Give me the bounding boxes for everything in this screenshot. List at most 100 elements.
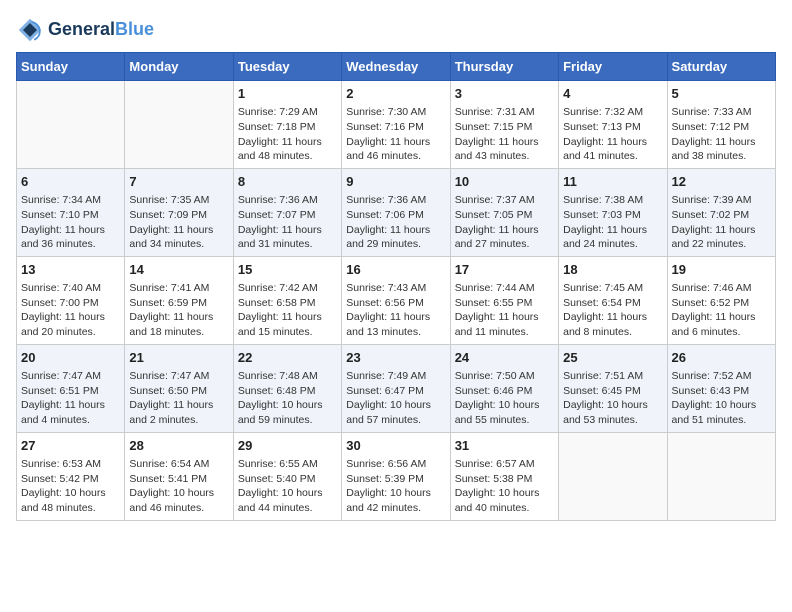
calendar-cell: 30Sunrise: 6:56 AMSunset: 5:39 PMDayligh… xyxy=(342,432,450,520)
day-info: Sunset: 7:09 PM xyxy=(129,208,228,223)
day-info: Sunrise: 7:41 AM xyxy=(129,281,228,296)
day-info: Sunset: 7:05 PM xyxy=(455,208,554,223)
day-number: 24 xyxy=(455,349,554,367)
day-info: Sunset: 7:18 PM xyxy=(238,120,337,135)
day-info: Sunrise: 7:40 AM xyxy=(21,281,120,296)
day-info: Sunset: 6:59 PM xyxy=(129,296,228,311)
day-info: Daylight: 11 hours and 43 minutes. xyxy=(455,135,554,164)
day-info: Sunrise: 6:57 AM xyxy=(455,457,554,472)
day-info: Sunrise: 7:32 AM xyxy=(563,105,662,120)
day-info: Sunrise: 7:33 AM xyxy=(672,105,771,120)
day-info: Daylight: 10 hours and 55 minutes. xyxy=(455,398,554,427)
day-info: Daylight: 10 hours and 53 minutes. xyxy=(563,398,662,427)
day-number: 11 xyxy=(563,173,662,191)
day-info: Sunset: 7:16 PM xyxy=(346,120,445,135)
day-info: Sunset: 6:48 PM xyxy=(238,384,337,399)
day-info: Daylight: 11 hours and 24 minutes. xyxy=(563,223,662,252)
calendar-cell: 9Sunrise: 7:36 AMSunset: 7:06 PMDaylight… xyxy=(342,168,450,256)
day-number: 9 xyxy=(346,173,445,191)
day-info: Sunset: 6:45 PM xyxy=(563,384,662,399)
day-info: Sunset: 6:47 PM xyxy=(346,384,445,399)
day-info: Daylight: 11 hours and 41 minutes. xyxy=(563,135,662,164)
logo-icon xyxy=(16,16,44,44)
header-tuesday: Tuesday xyxy=(233,53,341,81)
day-info: Sunrise: 7:30 AM xyxy=(346,105,445,120)
day-info: Daylight: 11 hours and 2 minutes. xyxy=(129,398,228,427)
day-info: Daylight: 11 hours and 11 minutes. xyxy=(455,310,554,339)
day-number: 14 xyxy=(129,261,228,279)
day-info: Sunrise: 7:46 AM xyxy=(672,281,771,296)
day-info: Sunset: 6:46 PM xyxy=(455,384,554,399)
day-info: Daylight: 11 hours and 31 minutes. xyxy=(238,223,337,252)
day-info: Daylight: 11 hours and 8 minutes. xyxy=(563,310,662,339)
day-info: Sunset: 5:39 PM xyxy=(346,472,445,487)
day-info: Sunset: 6:56 PM xyxy=(346,296,445,311)
calendar-cell: 12Sunrise: 7:39 AMSunset: 7:02 PMDayligh… xyxy=(667,168,775,256)
day-number: 18 xyxy=(563,261,662,279)
day-info: Daylight: 11 hours and 46 minutes. xyxy=(346,135,445,164)
calendar-cell: 2Sunrise: 7:30 AMSunset: 7:16 PMDaylight… xyxy=(342,81,450,169)
calendar-week-row: 6Sunrise: 7:34 AMSunset: 7:10 PMDaylight… xyxy=(17,168,776,256)
day-info: Daylight: 11 hours and 20 minutes. xyxy=(21,310,120,339)
calendar-cell: 23 Sunrise: 7:49 AMSunset: 6:47 PMDayligh… xyxy=(342,344,450,432)
day-info: Sunset: 6:51 PM xyxy=(21,384,120,399)
day-number: 21 xyxy=(129,349,228,367)
day-info: Daylight: 11 hours and 34 minutes. xyxy=(129,223,228,252)
day-info: Sunrise: 6:54 AM xyxy=(129,457,228,472)
day-info: Sunrise: 6:55 AM xyxy=(238,457,337,472)
day-info: Sunset: 5:40 PM xyxy=(238,472,337,487)
calendar-cell: 16Sunrise: 7:43 AMSunset: 6:56 PMDayligh… xyxy=(342,256,450,344)
calendar-cell xyxy=(559,432,667,520)
calendar-cell: 19Sunrise: 7:46 AMSunset: 6:52 PMDayligh… xyxy=(667,256,775,344)
calendar-cell: 29Sunrise: 6:55 AMSunset: 5:40 PMDayligh… xyxy=(233,432,341,520)
day-number: 23 xyxy=(346,349,445,367)
day-number: 19 xyxy=(672,261,771,279)
day-number: 31 xyxy=(455,437,554,455)
day-info: Sunrise: 7:29 AM xyxy=(238,105,337,120)
day-info: Daylight: 10 hours and 51 minutes. xyxy=(672,398,771,427)
day-info: Sunset: 7:07 PM xyxy=(238,208,337,223)
page-header: GeneralBlue xyxy=(16,16,776,44)
calendar-cell xyxy=(125,81,233,169)
day-info: Sunrise: 7:52 AM xyxy=(672,369,771,384)
day-info: Sunrise: 7:34 AM xyxy=(21,193,120,208)
day-info: Sunrise: 7:48 AM xyxy=(238,369,337,384)
day-number: 5 xyxy=(672,85,771,103)
calendar-table: SundayMondayTuesdayWednesdayThursdayFrid… xyxy=(16,52,776,521)
calendar-cell: 8Sunrise: 7:36 AMSunset: 7:07 PMDaylight… xyxy=(233,168,341,256)
calendar-cell: 10Sunrise: 7:37 AMSunset: 7:05 PMDayligh… xyxy=(450,168,558,256)
logo: GeneralBlue xyxy=(16,16,154,44)
day-info: Sunset: 6:50 PM xyxy=(129,384,228,399)
day-info: Sunrise: 7:45 AM xyxy=(563,281,662,296)
day-info: Sunset: 6:52 PM xyxy=(672,296,771,311)
day-info: Sunrise: 7:49 AM xyxy=(346,369,445,384)
day-info: Daylight: 11 hours and 22 minutes. xyxy=(672,223,771,252)
calendar-cell: 25Sunrise: 7:51 AMSunset: 6:45 PMDayligh… xyxy=(559,344,667,432)
day-info: Daylight: 11 hours and 27 minutes. xyxy=(455,223,554,252)
day-info: Daylight: 10 hours and 44 minutes. xyxy=(238,486,337,515)
day-number: 30 xyxy=(346,437,445,455)
calendar-cell: 28Sunrise: 6:54 AMSunset: 5:41 PMDayligh… xyxy=(125,432,233,520)
calendar-cell: 3Sunrise: 7:31 AMSunset: 7:15 PMDaylight… xyxy=(450,81,558,169)
day-info: Sunrise: 7:36 AM xyxy=(238,193,337,208)
calendar-cell: 14 Sunrise: 7:41 AMSunset: 6:59 PMDayligh… xyxy=(125,256,233,344)
day-info: Sunset: 6:58 PM xyxy=(238,296,337,311)
day-info: Sunrise: 7:51 AM xyxy=(563,369,662,384)
header-sunday: Sunday xyxy=(17,53,125,81)
day-info: Sunset: 7:06 PM xyxy=(346,208,445,223)
day-info: Sunrise: 7:47 AM xyxy=(129,369,228,384)
calendar-week-row: 27Sunrise: 6:53 AMSunset: 5:42 PMDayligh… xyxy=(17,432,776,520)
header-saturday: Saturday xyxy=(667,53,775,81)
day-info: Daylight: 11 hours and 18 minutes. xyxy=(129,310,228,339)
day-info: Daylight: 10 hours and 42 minutes. xyxy=(346,486,445,515)
day-info: Sunrise: 7:36 AM xyxy=(346,193,445,208)
day-number: 20 xyxy=(21,349,120,367)
calendar-cell: 18Sunrise: 7:45 AMSunset: 6:54 PMDayligh… xyxy=(559,256,667,344)
day-info: Sunrise: 6:53 AM xyxy=(21,457,120,472)
day-info: Sunset: 7:15 PM xyxy=(455,120,554,135)
day-info: Daylight: 11 hours and 15 minutes. xyxy=(238,310,337,339)
calendar-cell: 24Sunrise: 7:50 AMSunset: 6:46 PMDayligh… xyxy=(450,344,558,432)
calendar-cell: 6Sunrise: 7:34 AMSunset: 7:10 PMDaylight… xyxy=(17,168,125,256)
day-info: Sunrise: 7:37 AM xyxy=(455,193,554,208)
day-info: Daylight: 10 hours and 57 minutes. xyxy=(346,398,445,427)
